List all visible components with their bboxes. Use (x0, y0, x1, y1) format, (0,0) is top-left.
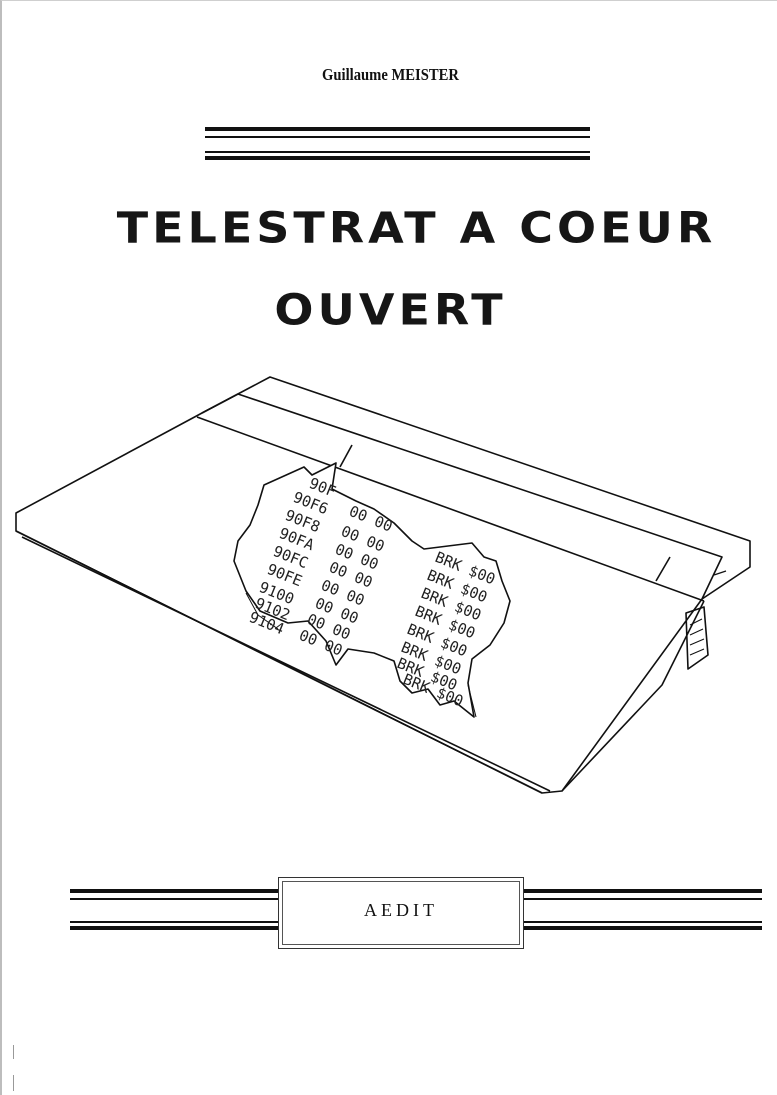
computer-panel-divider (339, 444, 353, 468)
top-rule-thick-1 (205, 127, 590, 131)
top-rule-thick-2 (205, 156, 590, 160)
title-line-2: OUVERT (274, 285, 507, 335)
cover-page: Guillaume MEISTER TELESTRAT A COEUR OUVE… (0, 0, 777, 1095)
top-rule-thin-2 (205, 151, 590, 153)
author-name: Guillaume MEISTER (322, 65, 459, 84)
title-line-1: TELESTRAT A COEUR (116, 203, 717, 253)
publisher-name: AEDIT (364, 900, 438, 920)
publisher-box: AEDIT (278, 877, 524, 949)
computer-illustration: 90F 90F6 90F8 90FA 90FC 90FE 9100 9102 9… (15, 376, 751, 794)
computer-panel-divider-right (655, 556, 671, 582)
margin-mark (13, 1045, 14, 1059)
margin-mark (13, 1075, 14, 1091)
top-rule-thin-1 (205, 136, 590, 138)
